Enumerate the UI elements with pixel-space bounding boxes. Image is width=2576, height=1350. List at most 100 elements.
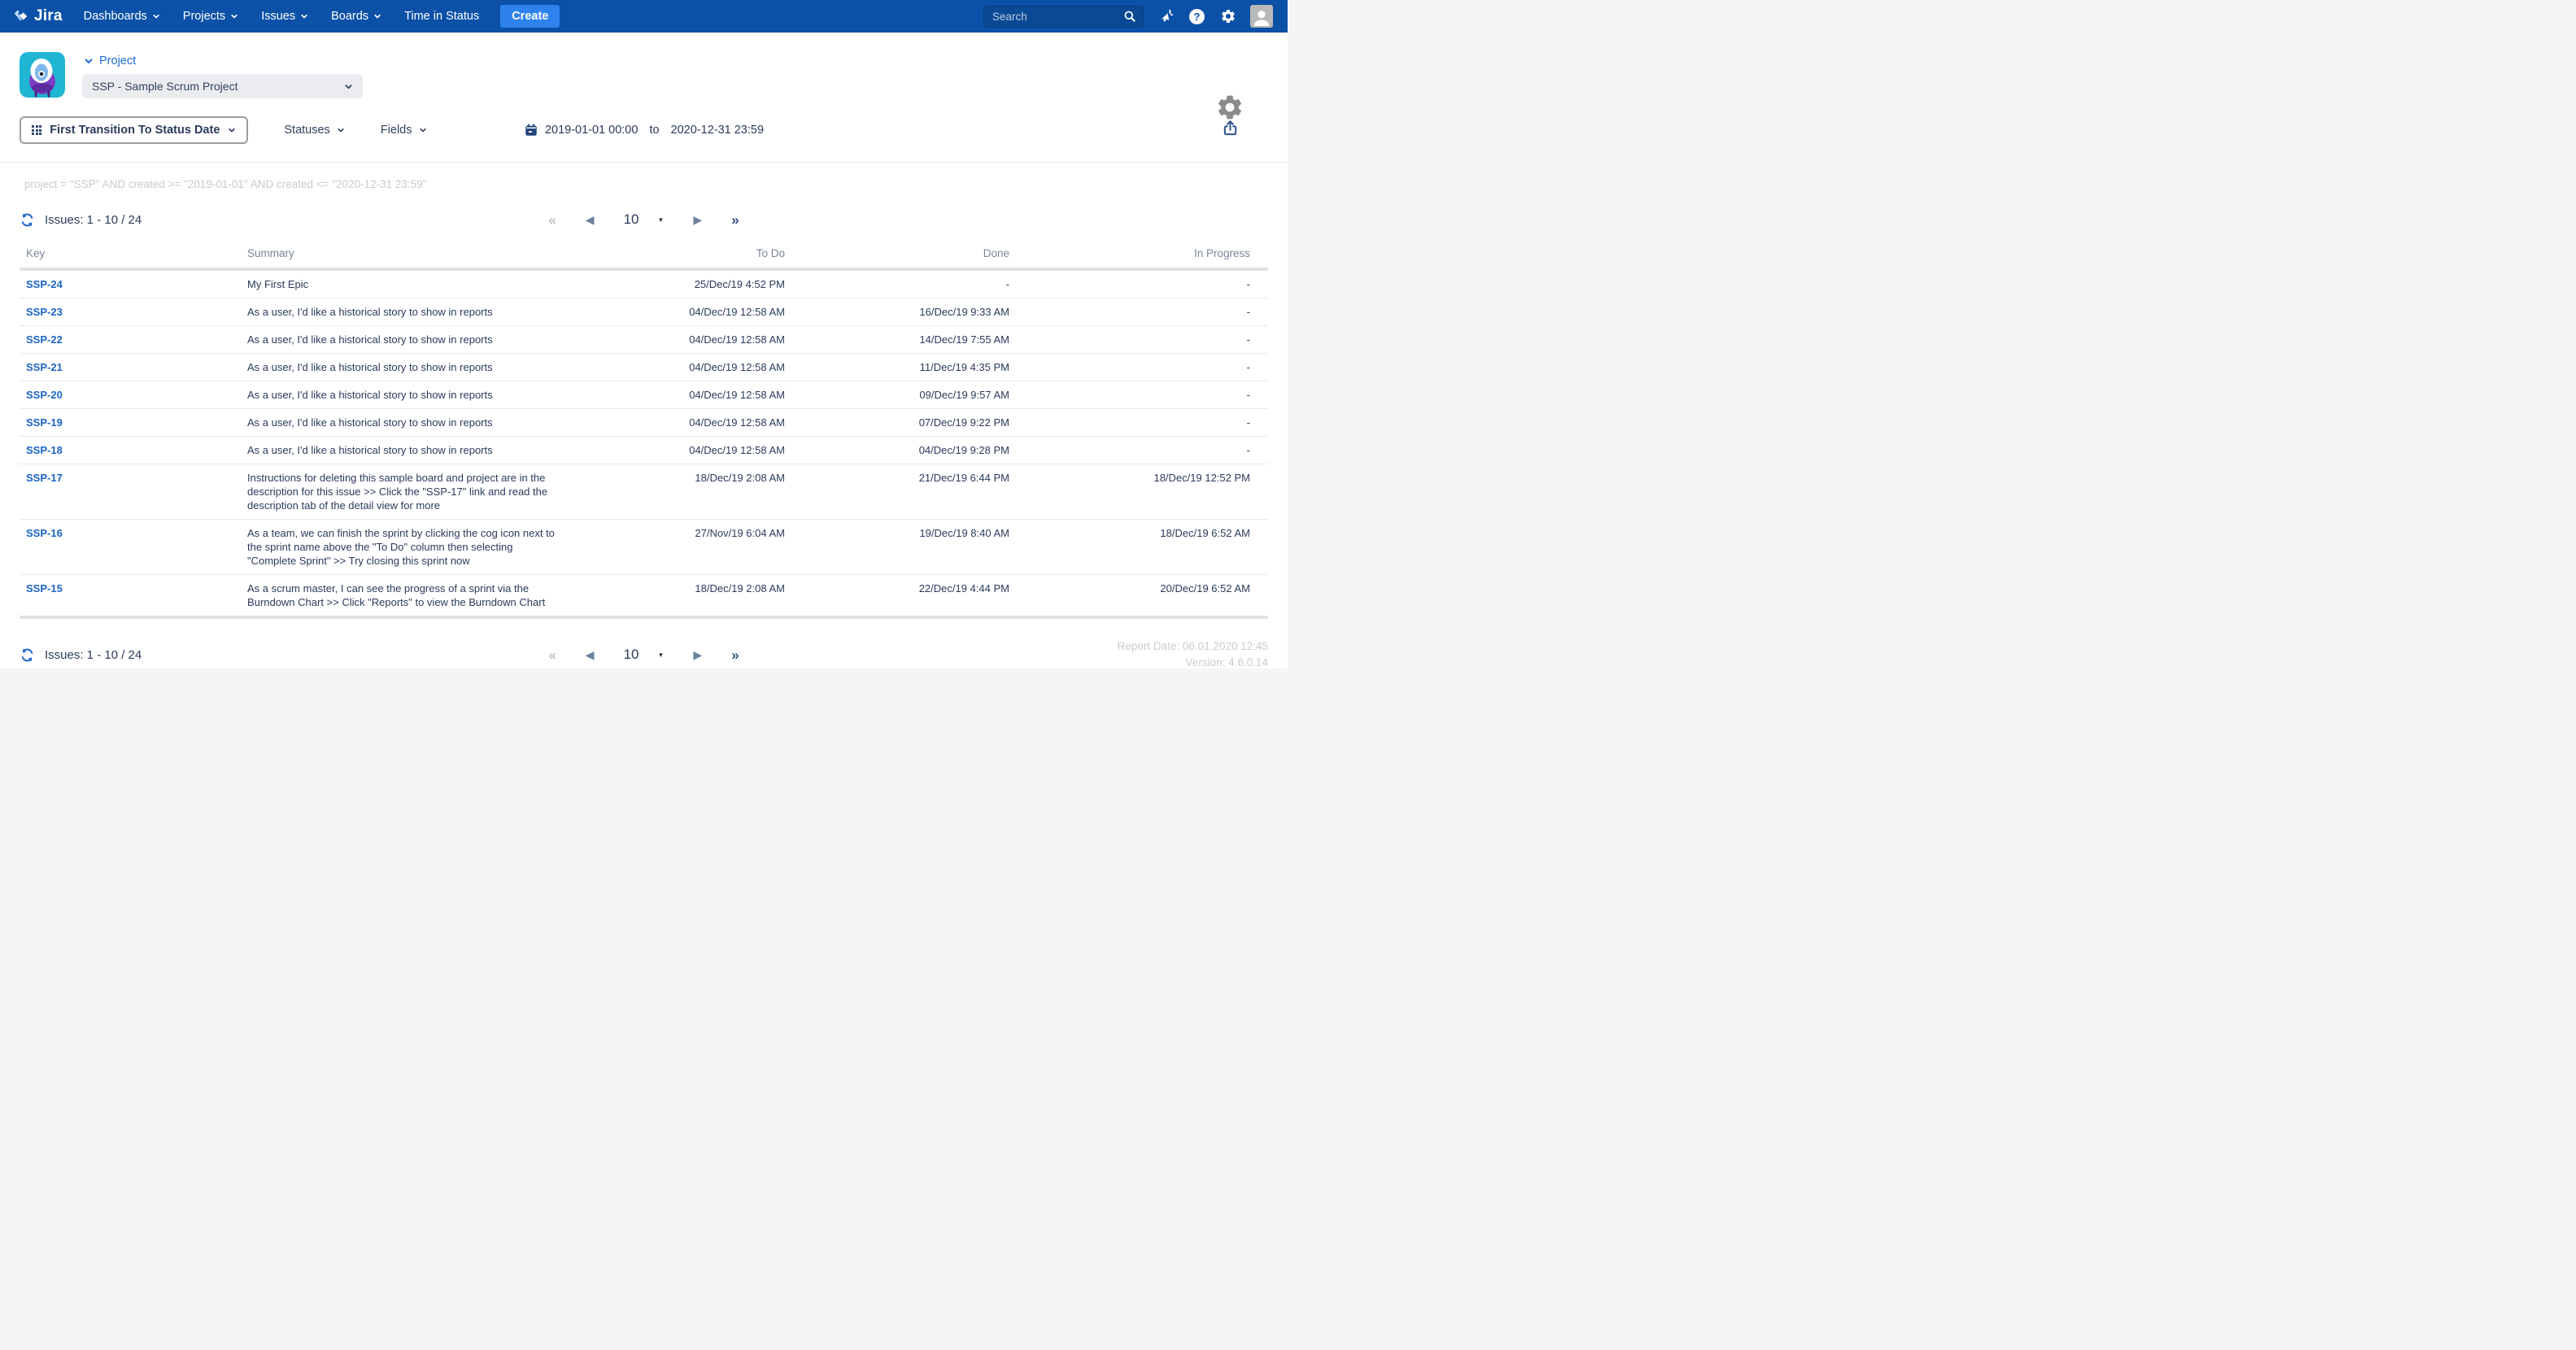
report-type-label: First Transition To Status Date (50, 124, 220, 137)
nav-item-time-in-status[interactable]: Time in Status (404, 10, 479, 23)
chevron-down-icon (229, 128, 236, 133)
issue-summary: Instructions for deleting this sample bo… (247, 464, 564, 520)
page-size-dropdown[interactable]: 10 ▼ (624, 647, 665, 663)
done-date: 09/Dec/19 9:57 AM (785, 381, 1009, 409)
jql-query-text: project = "SSP" AND created >= "2019-01-… (24, 178, 427, 190)
table-row: SSP-17 Instructions for deleting this sa… (20, 464, 1268, 520)
nav-item-issues[interactable]: Issues (261, 10, 308, 23)
search-box[interactable] (983, 5, 1144, 28)
issue-key-link[interactable]: SSP-21 (26, 361, 63, 373)
page-size-dropdown[interactable]: 10 ▼ (624, 211, 665, 228)
settings-gear-icon[interactable] (1219, 8, 1236, 25)
chevron-down-icon (374, 14, 381, 19)
nav-item-projects[interactable]: Projects (183, 10, 238, 23)
nav-item-boards[interactable]: Boards (331, 10, 381, 23)
issue-key-link[interactable]: SSP-23 (26, 306, 63, 318)
todo-date: 04/Dec/19 12:58 AM (564, 408, 785, 437)
create-button[interactable]: Create (500, 5, 560, 28)
app-window: Jira Dashboards Projects Issues Boards T… (0, 0, 1288, 668)
search-input[interactable] (992, 10, 1123, 23)
inprogress-date: - (1009, 298, 1268, 326)
chevron-down-icon (301, 14, 307, 19)
issue-summary: As a user, I'd like a historical story t… (247, 436, 564, 464)
issue-summary: As a user, I'd like a historical story t… (247, 408, 564, 437)
todo-date: 18/Dec/19 2:08 AM (564, 574, 785, 616)
announcements-icon[interactable] (1157, 8, 1175, 25)
todo-date: 04/Dec/19 12:58 AM (564, 436, 785, 464)
pagination-first-button[interactable]: « (548, 648, 556, 662)
todo-date: 04/Dec/19 12:58 AM (564, 325, 785, 354)
bottom-pagination-row: Issues: 1 - 10 / 24 « ◀ 10 ▼ ▶ » Report … (0, 638, 1288, 668)
issue-summary: As a user, I'd like a historical story t… (247, 298, 564, 326)
statuses-dropdown[interactable]: Statuses (284, 124, 344, 137)
issue-key-link[interactable]: SSP-22 (26, 333, 63, 346)
report-type-dropdown[interactable]: First Transition To Status Date (20, 116, 249, 144)
inprogress-date: 18/Dec/19 12:52 PM (1009, 464, 1268, 520)
pagination-next-button[interactable]: ▶ (693, 649, 702, 660)
issues-count: Issues: 1 - 10 / 24 (45, 212, 142, 227)
issue-key-link[interactable]: SSP-18 (26, 444, 63, 456)
project-header: Project SSP - Sample Scrum Project (0, 33, 1288, 120)
search-icon (1124, 11, 1135, 22)
project-dropdown-toggle[interactable]: Project (84, 54, 363, 68)
issue-key-link[interactable]: SSP-15 (26, 582, 63, 594)
column-header-summary[interactable]: Summary (247, 236, 564, 271)
table-row: SSP-24 My First Epic 25/Dec/19 4:52 PM -… (20, 269, 1268, 298)
done-date: 04/Dec/19 9:28 PM (785, 436, 1009, 464)
table-row: SSP-16 As a team, we can finish the spri… (20, 519, 1268, 575)
column-header-key[interactable]: Key (20, 236, 247, 271)
pagination-prev-button[interactable]: ◀ (586, 649, 595, 660)
refresh-icon[interactable] (20, 212, 35, 228)
pagination-next-button[interactable]: ▶ (693, 214, 702, 225)
table-row: SSP-15 As a scrum master, I can see the … (20, 574, 1268, 616)
table-row: SSP-21 As a user, I'd like a historical … (20, 353, 1268, 381)
question-mark-glyph: ? (1189, 8, 1205, 24)
issue-summary: As a user, I'd like a historical story t… (247, 325, 564, 354)
column-header-todo[interactable]: To Do (564, 236, 785, 271)
date-range-picker[interactable]: 2019-01-01 00:00 to 2020-12-31 23:59 (524, 123, 764, 137)
pagination-last-button[interactable]: » (731, 213, 739, 227)
fields-label: Fields (380, 124, 412, 137)
inprogress-date: 18/Dec/19 6:52 AM (1009, 519, 1268, 575)
project-select[interactable]: SSP - Sample Scrum Project (82, 74, 363, 98)
nav-item-dashboards[interactable]: Dashboards (84, 10, 160, 23)
column-header-inprogress[interactable]: In Progress (1009, 236, 1268, 271)
issue-summary: As a team, we can finish the sprint by c… (247, 519, 564, 575)
pagination-first-button[interactable]: « (548, 213, 556, 227)
done-date: 11/Dec/19 4:35 PM (785, 353, 1009, 381)
todo-date: 27/Nov/19 6:04 AM (564, 519, 785, 575)
grid-icon (32, 124, 42, 136)
chevron-down-icon (85, 59, 93, 63)
chevron-down-icon (338, 128, 344, 133)
nav-item-label: Issues (261, 10, 296, 23)
project-select-value: SSP - Sample Scrum Project (92, 80, 238, 93)
issue-key-link[interactable]: SSP-20 (26, 389, 63, 401)
user-avatar[interactable] (1250, 5, 1273, 28)
done-date: - (1005, 278, 1009, 290)
issue-summary: As a user, I'd like a historical story t… (247, 381, 564, 409)
issue-summary: As a scrum master, I can see the progres… (247, 574, 564, 616)
report-settings-gear-icon[interactable] (1215, 93, 1244, 122)
report-info: Report Date: 06.01.2020 12:45 Version: 4… (1118, 638, 1268, 668)
issue-key-link[interactable]: SSP-17 (26, 472, 63, 484)
toolbar-divider (0, 162, 1288, 163)
issue-key-link[interactable]: SSP-19 (26, 416, 63, 429)
nav-item-label: Time in Status (404, 10, 480, 23)
issues-count: Issues: 1 - 10 / 24 (45, 647, 142, 662)
column-header-done[interactable]: Done (785, 236, 1009, 271)
refresh-icon[interactable] (20, 647, 35, 663)
issue-key-link[interactable]: SSP-24 (26, 278, 63, 290)
page-size-value: 10 (623, 211, 639, 227)
done-date: 21/Dec/19 6:44 PM (785, 464, 1009, 520)
top-nav-bar: Jira Dashboards Projects Issues Boards T… (0, 0, 1288, 33)
todo-date: 04/Dec/19 12:58 AM (564, 381, 785, 409)
pagination-last-button[interactable]: » (731, 648, 739, 662)
export-icon[interactable] (1222, 120, 1239, 137)
help-icon[interactable]: ? (1188, 8, 1205, 25)
jira-logo[interactable]: Jira (11, 7, 63, 25)
fields-dropdown[interactable]: Fields (381, 124, 427, 137)
done-date: 22/Dec/19 4:44 PM (785, 574, 1009, 616)
issue-key-link[interactable]: SSP-16 (26, 527, 63, 539)
pagination-prev-button[interactable]: ◀ (586, 214, 595, 225)
table-header-row: Key Summary To Do Done In Progress (20, 236, 1268, 271)
